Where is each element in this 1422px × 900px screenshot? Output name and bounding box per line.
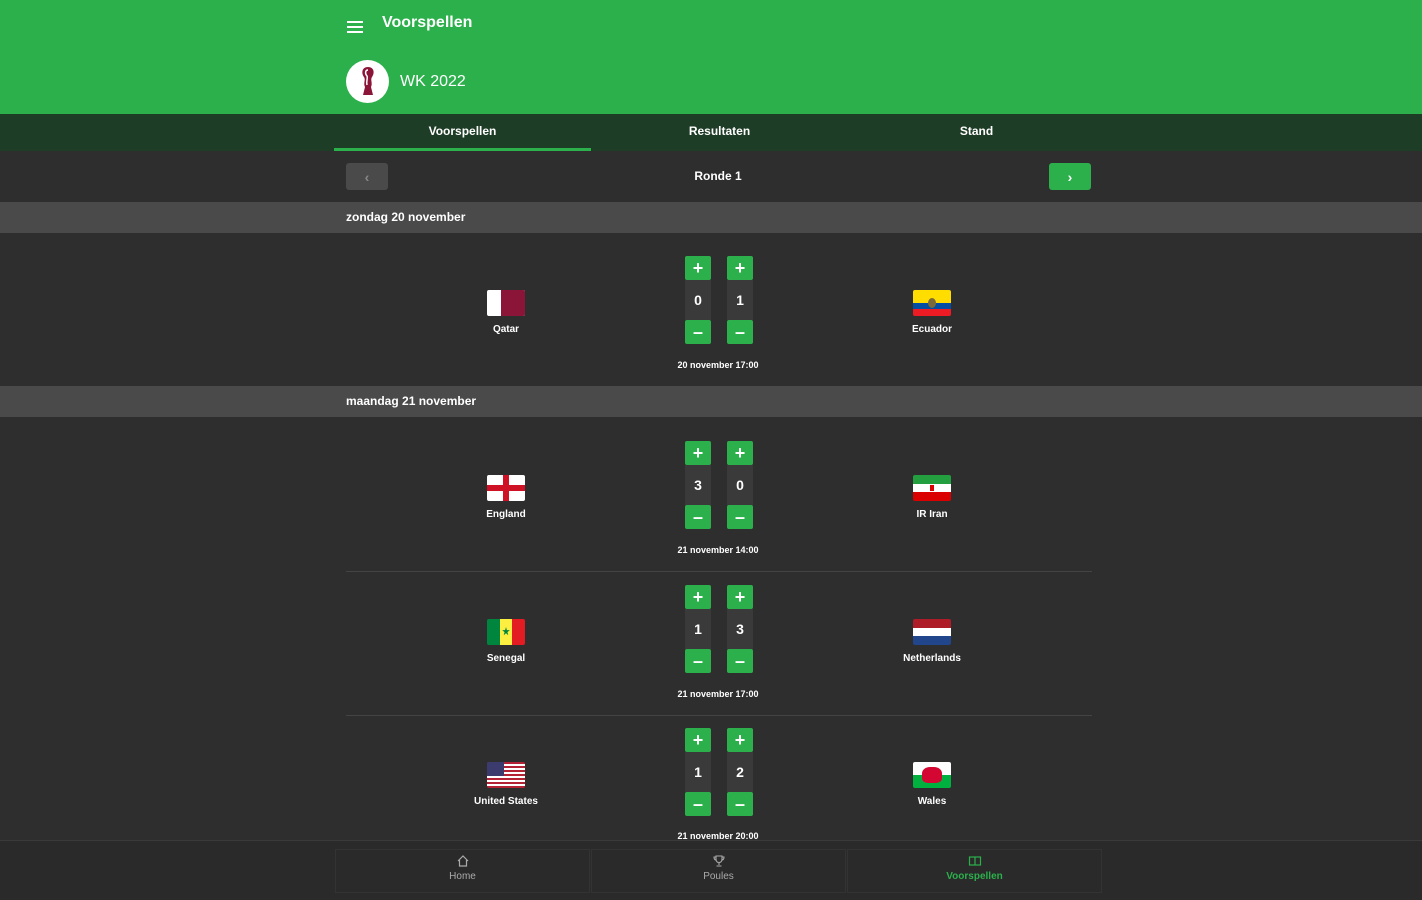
away-team: Netherlands [872, 619, 992, 664]
away-score-value: 0 [727, 465, 753, 505]
home-team: England [446, 475, 566, 520]
home-score-decrement-button[interactable]: – [685, 649, 711, 673]
flag-senegal-icon [487, 619, 525, 645]
bottom-navigation: Home Poules Voorspellen [0, 840, 1422, 900]
round-label: Ronde 1 [694, 169, 742, 183]
home-score-stepper: + 1 – [685, 728, 711, 816]
away-score-increment-button[interactable]: + [727, 585, 753, 609]
flag-netherlands-icon [913, 619, 951, 645]
home-team-name: England [486, 509, 526, 520]
home-score-value: 1 [685, 609, 711, 649]
kickoff-time: 21 november 14:00 [677, 545, 759, 555]
match-divider [346, 571, 1092, 572]
away-score-stepper: + 0 – [727, 441, 753, 529]
home-score-stepper: + 1 – [685, 585, 711, 673]
away-team-name: IR Iran [916, 509, 948, 520]
day-header: maandag 21 november [0, 386, 1422, 417]
home-score-value: 1 [685, 752, 711, 792]
round-navigation: ‹ Ronde 1 › [0, 151, 1422, 202]
away-score-increment-button[interactable]: + [727, 441, 753, 465]
home-score-increment-button[interactable]: + [685, 256, 711, 280]
home-icon [457, 855, 468, 867]
home-score-value: 3 [685, 465, 711, 505]
home-score-decrement-button[interactable]: – [685, 792, 711, 816]
away-score-increment-button[interactable]: + [727, 256, 753, 280]
match-row: England + 3 – + 0 – IR Iran 21 november … [0, 441, 1422, 561]
match-row: Qatar + 0 – + 1 – Ecuador 20 november 17… [0, 256, 1422, 376]
home-score-stepper: + 3 – [685, 441, 711, 529]
tab-voorspellen[interactable]: Voorspellen [334, 114, 591, 151]
home-score-value: 0 [685, 280, 711, 320]
home-team: Senegal [446, 619, 566, 664]
day-header: zondag 20 november [0, 202, 1422, 233]
scoreboard-icon [968, 856, 981, 866]
tab-bar: Voorspellen Resultaten Stand [0, 114, 1422, 151]
tab-stand[interactable]: Stand [848, 114, 1105, 151]
previous-round-button[interactable]: ‹ [346, 163, 388, 190]
away-score-value: 2 [727, 752, 753, 792]
page-title: Voorspellen [382, 14, 473, 31]
away-team-name: Ecuador [911, 324, 952, 335]
home-team-name: Qatar [492, 324, 520, 335]
home-team-name: Senegal [486, 653, 526, 664]
bottom-nav-label: Home [449, 871, 476, 882]
away-team-name: Netherlands [903, 653, 961, 664]
kickoff-time: 21 november 17:00 [677, 689, 759, 699]
app-header: Voorspellen WK 2022 [0, 0, 1422, 114]
flag-iran-icon [913, 475, 951, 501]
away-score-decrement-button[interactable]: – [727, 649, 753, 673]
away-score-value: 1 [727, 280, 753, 320]
bottom-nav-label: Voorspellen [946, 871, 1003, 882]
away-score-increment-button[interactable]: + [727, 728, 753, 752]
match-row: Senegal + 1 – + 3 – Netherlands 21 novem… [0, 585, 1422, 705]
home-score-increment-button[interactable]: + [685, 728, 711, 752]
home-score-decrement-button[interactable]: – [685, 320, 711, 344]
chevron-right-icon: › [1067, 168, 1073, 185]
next-round-button[interactable]: › [1049, 163, 1091, 190]
away-score-stepper: + 1 – [727, 256, 753, 344]
world-cup-trophy-icon [361, 66, 374, 95]
away-score-value: 3 [727, 609, 753, 649]
trophy-icon [712, 855, 725, 867]
away-team-name: Wales [917, 796, 947, 807]
home-team: Qatar [446, 290, 566, 335]
home-team-name: United States [474, 796, 538, 807]
bottom-nav-poules[interactable]: Poules [591, 849, 846, 893]
away-score-decrement-button[interactable]: – [727, 505, 753, 529]
home-score-stepper: + 0 – [685, 256, 711, 344]
flag-england-icon [487, 475, 525, 501]
pool-name: WK 2022 [400, 73, 466, 90]
bottom-nav-home[interactable]: Home [335, 849, 590, 893]
match-row: United States + 1 – + 2 – Wales 21 novem… [0, 728, 1422, 841]
home-team: United States [446, 762, 566, 807]
flag-qatar-icon [487, 290, 525, 316]
away-score-decrement-button[interactable]: – [727, 320, 753, 344]
home-score-decrement-button[interactable]: – [685, 505, 711, 529]
day-label: maandag 21 november [346, 394, 477, 408]
away-score-stepper: + 3 – [727, 585, 753, 673]
tournament-logo [346, 60, 389, 103]
home-score-increment-button[interactable]: + [685, 585, 711, 609]
bottom-nav-voorspellen[interactable]: Voorspellen [847, 849, 1102, 893]
away-score-decrement-button[interactable]: – [727, 792, 753, 816]
flag-wales-icon [913, 762, 951, 788]
away-team: Ecuador [872, 290, 992, 335]
tab-resultaten[interactable]: Resultaten [591, 114, 848, 151]
bottom-nav-label: Poules [703, 871, 734, 882]
away-team: IR Iran [872, 475, 992, 520]
home-score-increment-button[interactable]: + [685, 441, 711, 465]
kickoff-time: 20 november 17:00 [677, 360, 759, 370]
away-team: Wales [872, 762, 992, 807]
match-divider [346, 715, 1092, 716]
away-score-stepper: + 2 – [727, 728, 753, 816]
day-label: zondag 20 november [346, 210, 466, 224]
flag-ecuador-icon [913, 290, 951, 316]
menu-icon[interactable] [347, 19, 363, 33]
chevron-left-icon: ‹ [364, 168, 370, 185]
flag-united-states-icon [487, 762, 525, 788]
